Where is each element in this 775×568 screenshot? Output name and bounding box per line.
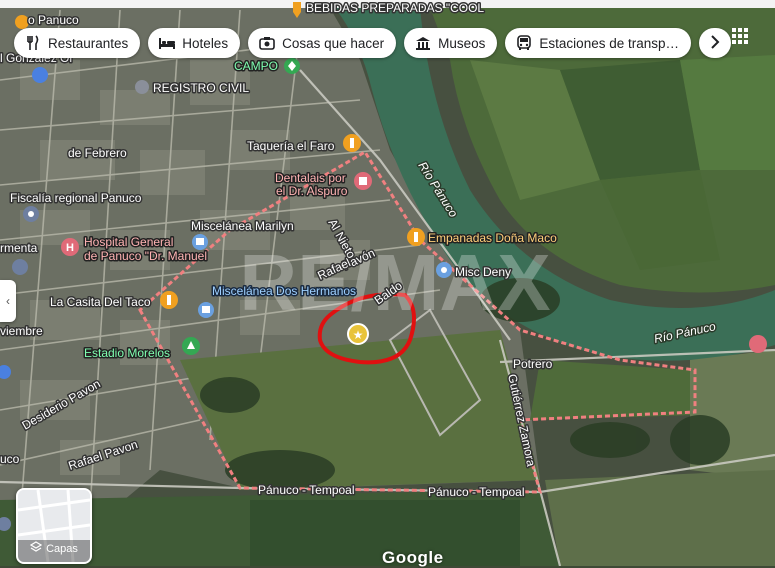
fiscalia-marker-icon[interactable] <box>23 206 39 222</box>
label-misc-deny: Misc Deny <box>455 265 511 279</box>
bus-icon <box>515 34 533 52</box>
grid-apps-icon <box>732 27 748 49</box>
upper-left-marker-icon[interactable] <box>15 15 29 29</box>
label-panuco-tempoal-2: Pánuco - Tempoal <box>428 485 525 499</box>
chevron-left-icon: ‹ <box>6 294 10 308</box>
taqueria-marker-icon[interactable] <box>343 134 361 152</box>
casita-taco-marker-icon[interactable] <box>160 291 178 309</box>
marilyn-marker-icon[interactable] <box>192 234 208 250</box>
label-noviembre: viembre <box>0 324 43 338</box>
estadio-marker-icon[interactable] <box>182 337 200 355</box>
chip-label: Estaciones de transp… <box>539 35 679 51</box>
label-dentalais: Dentalais por <box>275 171 346 185</box>
chip-label: Restaurantes <box>48 35 129 51</box>
label-panuco-top: o Panuco <box>28 13 79 27</box>
label-panuco-tempoal-1: Pánuco - Tempoal <box>258 483 355 497</box>
label-febrero: de Febrero <box>68 146 127 160</box>
label-dos-hermanos: Miscelánea Dos Hermanos <box>212 284 356 298</box>
label-hospital-2: de Panuco "Dr. Manuel <box>84 249 207 263</box>
camposanto-marker-icon[interactable] <box>284 58 300 74</box>
label-fiscalia: Fiscalía regional Panuco <box>10 191 142 205</box>
label-farmacia: rmenta <box>0 241 38 255</box>
chip-museos[interactable]: Museos <box>404 28 498 58</box>
hospital-marker-icon[interactable]: H <box>61 238 79 256</box>
side-panel-toggle[interactable]: ‹ <box>0 280 16 322</box>
label-casita-taco: La Casita Del Taco <box>50 295 151 309</box>
label-bebidas: BEBIDAS PREPARADAS "COOL <box>306 1 484 15</box>
layers-label: Capas <box>18 541 90 556</box>
label-uco: uco <box>0 452 20 466</box>
dos-hermanos-marker-icon[interactable] <box>198 302 214 318</box>
chips-next-button[interactable] <box>699 28 731 58</box>
chip-restaurantes[interactable]: Restaurantes <box>14 28 141 58</box>
camera-icon <box>258 34 276 52</box>
svg-text:H: H <box>66 242 74 254</box>
chevron-right-icon <box>710 33 720 54</box>
fork-knife-icon <box>24 34 42 52</box>
right-marker-icon[interactable] <box>749 335 767 353</box>
category-chips: Restaurantes Hoteles Cosas que hacer Mus… <box>14 28 731 58</box>
chip-estaciones-transporte[interactable]: Estaciones de transp… <box>505 28 691 58</box>
chip-label: Cosas que hacer <box>282 35 385 51</box>
farmacia-marker-icon[interactable] <box>12 259 28 275</box>
label-hospital-1: Hospital General <box>84 235 173 249</box>
empanadas-marker-icon[interactable] <box>407 228 425 246</box>
chip-label: Hoteles <box>182 35 229 51</box>
apps-grid-button[interactable] <box>728 26 752 50</box>
chip-cosas-que-hacer[interactable]: Cosas que hacer <box>248 28 397 58</box>
label-taqueria: Taquería el Faro <box>247 139 335 153</box>
label-miscelanea-marilyn: Miscelánea Marilyn <box>191 219 294 233</box>
label-potrero: Potrero <box>513 357 553 371</box>
label-estadio: Estadio Morelos <box>84 346 170 360</box>
registro-marker-icon[interactable] <box>135 80 149 94</box>
label-camposanto: CAMPO <box>234 59 278 73</box>
label-empanadas: Empanadas Doña Maco <box>428 231 557 245</box>
museum-icon <box>414 34 432 52</box>
bed-icon <box>158 34 176 52</box>
satellite-map[interactable]: ★ RE/MAX H BEBIDAS PREPARADAS "COOL CAMP… <box>0 0 775 566</box>
chip-hoteles[interactable]: Hoteles <box>148 28 241 58</box>
google-logo: Google <box>382 548 444 567</box>
svg-text:★: ★ <box>353 328 364 342</box>
label-dr-alspuro: el Dr. Alspuro <box>276 184 348 198</box>
dental-marker-icon[interactable] <box>354 172 372 190</box>
chip-label: Museos <box>438 35 486 51</box>
left-marker-icon[interactable] <box>32 67 48 83</box>
label-registro-civil: REGISTRO CIVIL <box>153 81 249 95</box>
layers-icon <box>29 541 43 556</box>
starred-place-pin[interactable]: ★ <box>347 323 369 345</box>
layers-button[interactable]: Capas <box>16 488 92 564</box>
misc-deny-marker-icon[interactable] <box>436 262 452 278</box>
